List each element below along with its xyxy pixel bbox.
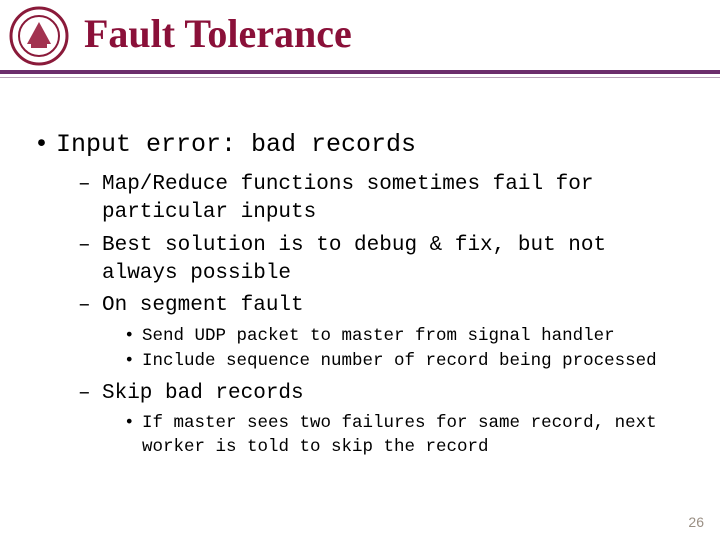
slide-body: Input error: bad records Map/Reduce func… [32, 130, 692, 462]
bullet-level1: Input error: bad records [32, 130, 692, 159]
slide: Fault Tolerance Input error: bad records… [0, 0, 720, 540]
bullet-level3: Include sequence number of record being … [122, 350, 692, 374]
title-underline [0, 70, 720, 78]
bullet-level2: Best solution is to debug & fix, but not… [78, 232, 692, 289]
university-seal-icon [9, 6, 69, 66]
slide-title: Fault Tolerance [84, 12, 720, 56]
page-number: 26 [688, 514, 704, 530]
bullet-level2: Map/Reduce functions sometimes fail for … [78, 171, 692, 228]
slide-header: Fault Tolerance [0, 0, 720, 88]
bullet-level2: On segment fault [78, 292, 692, 320]
bullet-level2: Skip bad records [78, 380, 692, 408]
bullet-level3: If master sees two failures for same rec… [122, 412, 692, 459]
bullet-level3: Send UDP packet to master from signal ha… [122, 325, 692, 349]
